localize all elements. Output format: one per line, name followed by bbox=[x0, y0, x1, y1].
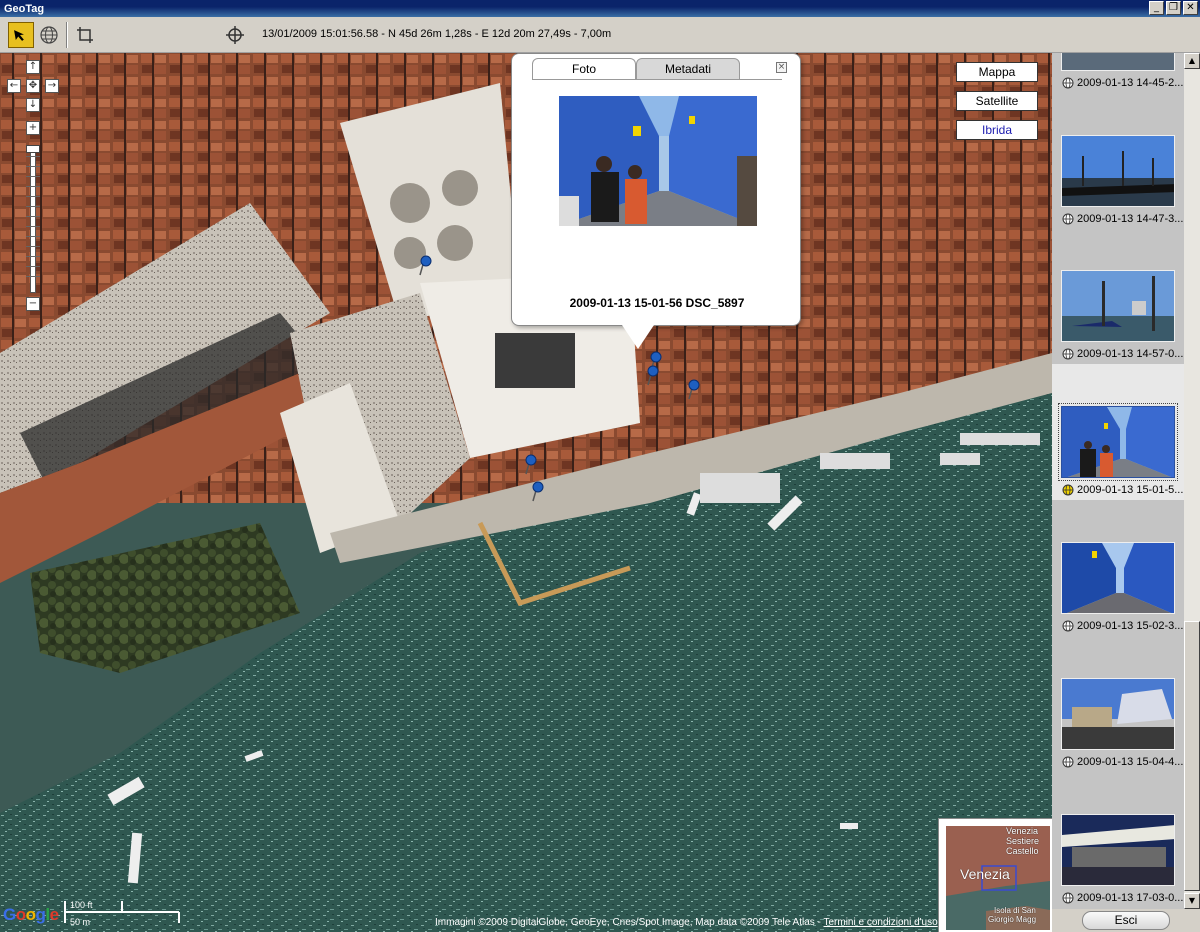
zoom-slider-thumb[interactable] bbox=[26, 145, 40, 153]
title-bar: GeoTag _ ❐ ✕ bbox=[0, 0, 1200, 17]
window-title: GeoTag bbox=[4, 2, 45, 15]
terms-link[interactable]: Termini e condizioni d'uso bbox=[823, 917, 937, 928]
overview-label: Venezia bbox=[1006, 826, 1039, 836]
pan-right-button[interactable]: → bbox=[45, 79, 59, 93]
crosshair-icon[interactable] bbox=[222, 22, 248, 48]
scroll-down-button[interactable]: ▼ bbox=[1184, 893, 1200, 909]
photo-list-item-label: 2009-01-13 14-45-2... bbox=[1077, 77, 1184, 89]
popup-photo bbox=[559, 96, 757, 226]
photo-thumbnail bbox=[1061, 678, 1175, 750]
zoom-in-button[interactable]: + bbox=[26, 121, 40, 135]
crop-icon[interactable] bbox=[72, 22, 98, 48]
overview-label: Castello bbox=[1006, 846, 1039, 856]
photo-thumbnail bbox=[1061, 53, 1175, 71]
toolbar-separator bbox=[66, 22, 68, 48]
photo-list-item[interactable]: 2009-01-13 17-03-0... bbox=[1052, 814, 1184, 909]
globe-icon bbox=[1062, 77, 1074, 89]
globe-icon bbox=[1062, 213, 1074, 225]
popup-close-button[interactable]: × bbox=[776, 62, 787, 73]
exit-button[interactable]: Esci bbox=[1082, 911, 1170, 930]
google-logo: Google bbox=[3, 905, 59, 924]
globe-icon[interactable] bbox=[36, 22, 62, 48]
tab-divider bbox=[532, 79, 782, 80]
photo-caption: 2009-01-13 15-01-56 DSC_5897 bbox=[569, 296, 745, 310]
pan-center-button[interactable]: ✥ bbox=[26, 79, 40, 93]
photo-thumbnail bbox=[1058, 403, 1178, 481]
globe-icon bbox=[1062, 620, 1074, 632]
zoom-slider[interactable] bbox=[26, 145, 40, 293]
restore-button[interactable]: ❐ bbox=[1166, 1, 1181, 15]
photo-list-item-label: 2009-01-13 14-57-0... bbox=[1077, 348, 1184, 360]
attribution-text: Immagini ©2009 DigitalGlobe, GeoEye, Cne… bbox=[435, 917, 824, 928]
photo-list: 2009-01-13 14-45-2... 2009-01-13 14-47-3… bbox=[1052, 53, 1184, 909]
map-type-satellite-button[interactable]: Satellite bbox=[956, 91, 1038, 111]
geotag-window: GeoTag _ ❐ ✕ 13/01/2009 15:01:56.58 - N … bbox=[0, 0, 1200, 932]
popup-pointer bbox=[622, 325, 654, 349]
select-arrow-icon[interactable] bbox=[8, 22, 34, 48]
pan-down-button[interactable]: ↓ bbox=[26, 98, 40, 112]
photo-list-item-selected[interactable]: 2009-01-13 15-01-5... bbox=[1052, 364, 1184, 500]
toolbar: 13/01/2009 15:01:56.58 - N 45d 26m 1,28s… bbox=[0, 17, 1200, 53]
globe-icon bbox=[1062, 484, 1074, 496]
overview-label: Isola di San bbox=[994, 906, 1036, 915]
photo-thumbnail bbox=[1061, 542, 1175, 614]
photo-list-item[interactable]: 2009-01-13 14-47-3... bbox=[1052, 135, 1184, 271]
photo-list-item-label: 2009-01-13 15-02-3... bbox=[1077, 620, 1184, 632]
photo-thumbnail bbox=[1061, 814, 1175, 886]
close-button[interactable]: ✕ bbox=[1183, 1, 1198, 15]
scroll-up-button[interactable]: ▲ bbox=[1184, 53, 1200, 69]
photo-list-item-label: 2009-01-13 15-01-5... bbox=[1077, 484, 1184, 496]
photo-list-scrollbar[interactable]: ▲ ▼ bbox=[1184, 53, 1200, 909]
globe-icon bbox=[1062, 756, 1074, 768]
photo-list-item-label: 2009-01-13 15-04-4... bbox=[1077, 756, 1184, 768]
overview-label: Giorgio Magg bbox=[988, 915, 1037, 924]
overview-map[interactable]: Venezia Sestiere Castello Venezia Isola … bbox=[938, 818, 1052, 932]
tab-foto[interactable]: Foto bbox=[532, 58, 636, 80]
minimize-button[interactable]: _ bbox=[1149, 1, 1164, 15]
map-attribution: Immagini ©2009 DigitalGlobe, GeoEye, Cne… bbox=[435, 917, 938, 928]
coordinates-readout: 13/01/2009 15:01:56.58 - N 45d 26m 1,28s… bbox=[262, 28, 612, 40]
globe-icon bbox=[1062, 348, 1074, 360]
photo-list-item-label: 2009-01-13 14-47-3... bbox=[1077, 213, 1184, 225]
photo-info-window: Metadati Foto × 2009-01-13 15-01-56 DSC_… bbox=[511, 53, 801, 326]
photo-list-item-label: 2009-01-13 17-03-0... bbox=[1077, 892, 1184, 904]
pan-up-button[interactable]: ↑ bbox=[26, 60, 40, 74]
pan-left-button[interactable]: ← bbox=[7, 79, 21, 93]
map-view[interactable]: ↑ ← ✥ → ↓ + − Mappa Satellite Ibrida Met… bbox=[0, 53, 1052, 932]
globe-icon bbox=[1062, 892, 1074, 904]
photo-list-item[interactable]: 2009-01-13 15-04-4... bbox=[1052, 678, 1184, 814]
photo-thumbnail bbox=[1061, 270, 1175, 342]
photo-thumbnail bbox=[1061, 135, 1175, 207]
map-type-ibrida-button[interactable]: Ibrida bbox=[956, 120, 1038, 140]
overview-city-label: Venezia bbox=[960, 866, 1010, 882]
map-type-mappa-button[interactable]: Mappa bbox=[956, 62, 1038, 82]
tab-metadati[interactable]: Metadati bbox=[636, 58, 740, 80]
scale-meters: 50 m bbox=[70, 917, 91, 927]
footer: Esci bbox=[1052, 909, 1200, 932]
zoom-out-button[interactable]: − bbox=[26, 297, 40, 311]
overview-label: Sestiere bbox=[1006, 836, 1040, 846]
scale-feet: 100 ft bbox=[70, 900, 93, 910]
photo-list-item[interactable]: 2009-01-13 15-02-3... bbox=[1052, 542, 1184, 678]
scrollbar-thumb[interactable] bbox=[1184, 621, 1200, 891]
